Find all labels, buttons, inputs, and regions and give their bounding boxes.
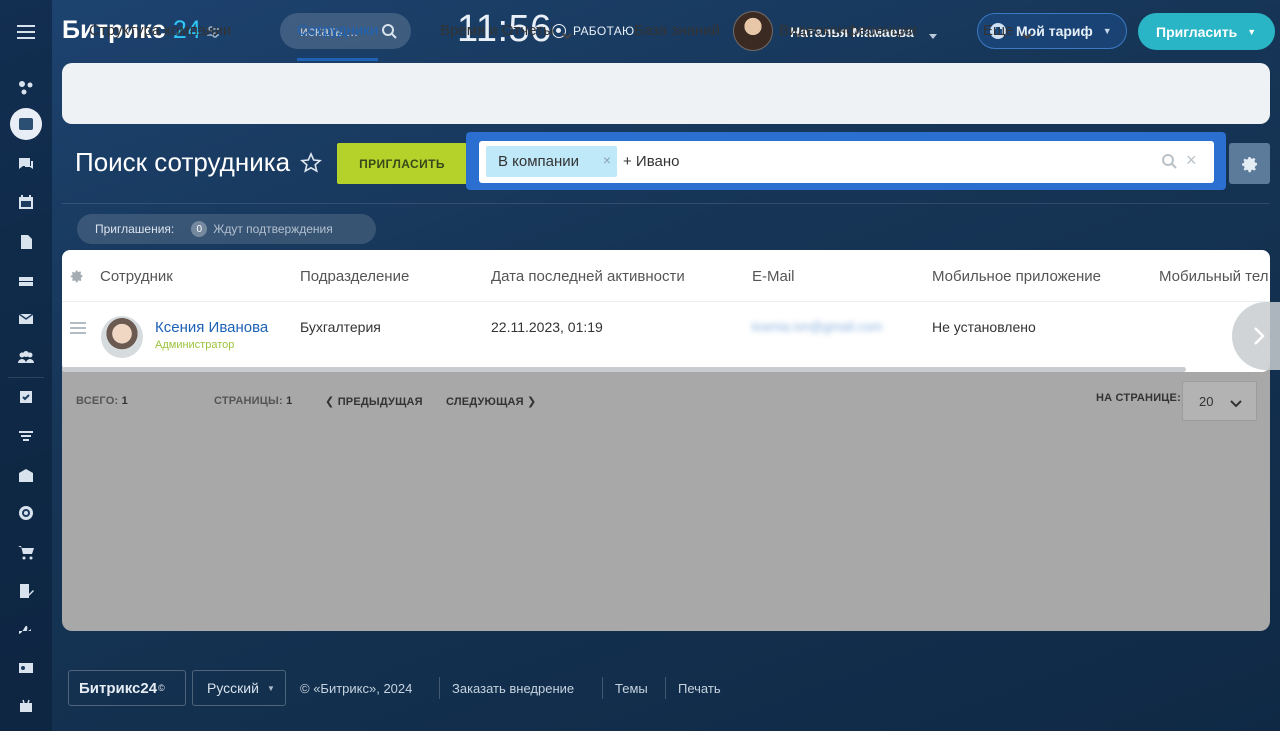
remove-chip-icon[interactable]: ×: [603, 152, 611, 168]
shop-cart-icon[interactable]: [12, 538, 40, 566]
tab-company-structure[interactable]: Структура компании: [89, 0, 231, 61]
clear-filter-icon[interactable]: ×: [1186, 151, 1197, 169]
gear-icon: [1241, 156, 1257, 172]
total-count: ВСЕГО: 1: [76, 395, 128, 407]
calendar-icon[interactable]: [12, 188, 40, 216]
document-icon[interactable]: [12, 228, 40, 256]
footer-divider: [439, 677, 440, 699]
invite-button[interactable]: ПРИГЛАСИТЬ: [337, 143, 467, 184]
contact-card-icon[interactable]: [12, 654, 40, 682]
footer-divider: [602, 677, 603, 699]
prev-page-link[interactable]: ❮ ПРЕДЫДУЩАЯ: [325, 395, 423, 408]
company-icon[interactable]: [12, 461, 40, 489]
rail-divider: [8, 377, 44, 378]
footer-link-print[interactable]: Печать: [678, 681, 721, 696]
column-header-employee[interactable]: Сотрудник: [100, 268, 173, 285]
footer-divider: [665, 677, 666, 699]
footer-logo[interactable]: Битрикс24 ©: [68, 670, 186, 706]
invitations-pill[interactable]: Приглашения: 0 Ждут подтверждения: [77, 214, 376, 244]
column-header-department[interactable]: Подразделение: [300, 268, 409, 285]
user-avatar[interactable]: [733, 11, 773, 51]
column-header-mobile-app[interactable]: Мобильное приложение: [932, 268, 1101, 285]
column-settings-gear-icon[interactable]: [70, 269, 84, 283]
footer-copyright: © «Битрикс», 2024: [300, 681, 413, 696]
avatar[interactable]: [101, 316, 143, 358]
invite-top-button[interactable]: Пригласить ▼: [1138, 13, 1275, 50]
section-tabs: [62, 63, 1270, 124]
cell-department: Бухгалтерия: [300, 319, 381, 335]
chevron-down-icon: ▼: [1102, 26, 1112, 36]
page-settings-button[interactable]: [1229, 143, 1270, 184]
drive-icon[interactable]: [12, 266, 40, 294]
signature-icon[interactable]: [12, 615, 40, 643]
employee-role: Администратор: [155, 339, 235, 351]
horizontal-scrollbar[interactable]: [62, 367, 1186, 372]
chat-icon[interactable]: [12, 150, 40, 178]
pages-count: СТРАНИЦЫ: 1: [214, 395, 293, 407]
invitations-count-badge: 0: [191, 221, 208, 237]
chevron-down-icon: ▼: [1247, 26, 1257, 37]
filter-chip-in-company[interactable]: В компании ×: [486, 146, 617, 177]
cell-email[interactable]: ksenia.ivn@gmail.com: [752, 319, 882, 334]
column-header-last-activity[interactable]: Дата последней активности: [491, 268, 685, 285]
tab-video-conferences[interactable]: Видеоконференции: [779, 0, 917, 61]
target-icon[interactable]: [12, 499, 40, 527]
tab-knowledge-base[interactable]: База знаний: [634, 0, 720, 61]
footer-link-themes[interactable]: Темы: [615, 681, 648, 696]
employees-icon[interactable]: [12, 343, 40, 371]
mail-icon[interactable]: [12, 305, 40, 333]
per-page-label: НА СТРАНИЦЕ:: [1096, 392, 1181, 404]
tasks-icon[interactable]: [12, 383, 40, 411]
menu-burger-icon[interactable]: [17, 25, 35, 39]
edit-document-icon[interactable]: [12, 577, 40, 605]
search-icon[interactable]: [1161, 153, 1177, 169]
cell-last-activity: 22.11.2023, 01:19: [491, 319, 603, 335]
language-select[interactable]: Русский ▼: [192, 670, 286, 706]
search-icon[interactable]: [381, 23, 397, 39]
tab-employees[interactable]: Сотрудники: [297, 0, 379, 61]
header-divider: [62, 203, 1270, 204]
column-header-email[interactable]: E-Mail: [752, 268, 795, 285]
page-title: Поиск сотрудника: [75, 147, 291, 177]
chevron-down-icon: [1021, 27, 1032, 39]
next-page-link[interactable]: СЛЕДУЮЩАЯ ❯: [446, 395, 536, 408]
filter-query-text[interactable]: + Ивано: [623, 153, 679, 170]
per-page-select[interactable]: 20: [1182, 381, 1257, 421]
crm-funnel-icon[interactable]: [12, 422, 40, 450]
chevron-down-icon[interactable]: [929, 27, 937, 39]
tab-more[interactable]: Еще: [983, 0, 1032, 61]
cell-mobile-app: Не установлено: [932, 319, 1036, 335]
star-icon[interactable]: [300, 152, 322, 174]
news-feed-icon[interactable]: [10, 108, 42, 140]
tab-time-reports[interactable]: Время и Отчеты: [440, 0, 572, 61]
footer-link-order[interactable]: Заказать внедрение: [452, 681, 574, 696]
chevron-down-icon: ▼: [266, 683, 275, 693]
robot-icon[interactable]: [12, 692, 40, 720]
chevron-down-icon: [561, 27, 572, 39]
header-row-divider: [62, 301, 1270, 302]
sitemap-icon[interactable]: [12, 74, 40, 102]
row-actions-menu-icon[interactable]: [70, 322, 86, 334]
chevron-down-icon: [1230, 396, 1242, 408]
chevron-right-icon: [1254, 327, 1265, 345]
column-header-mobile-phone[interactable]: Мобильный тел: [1159, 268, 1270, 285]
employee-name-link[interactable]: Ксения Иванова: [155, 319, 268, 336]
